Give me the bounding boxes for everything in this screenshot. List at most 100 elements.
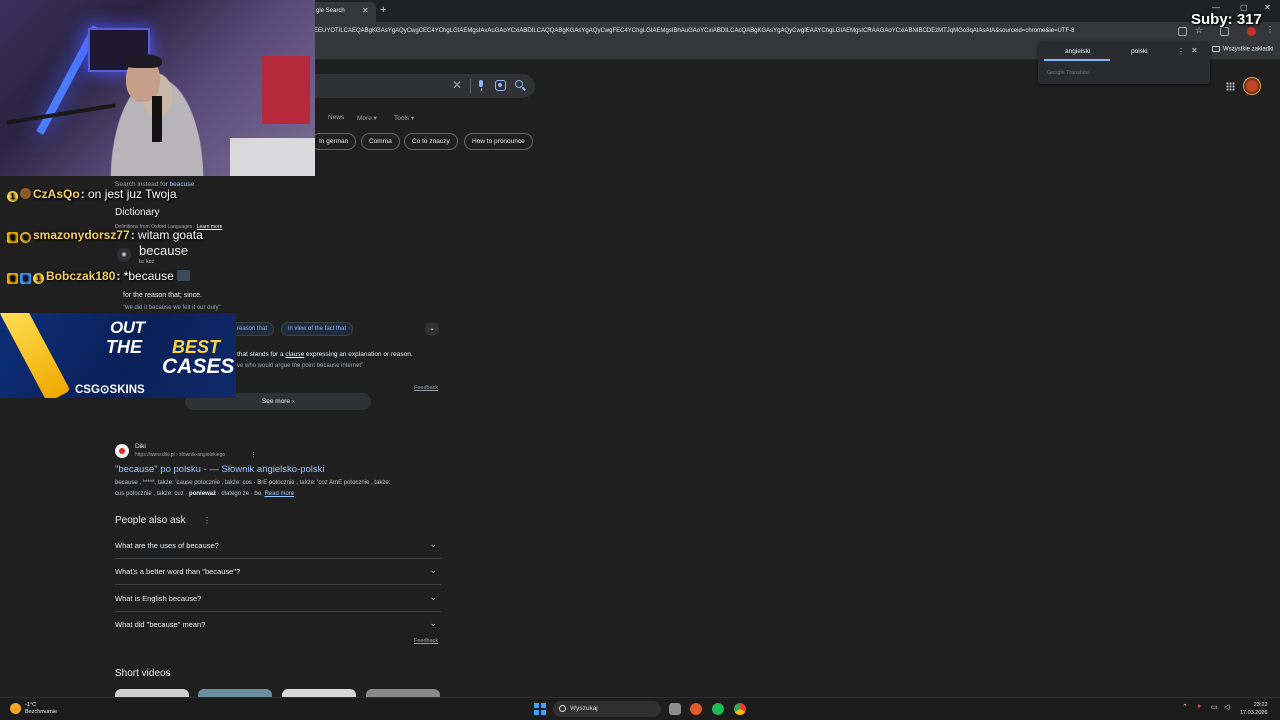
dictionary-phonetic: bɪˈkɒz	[139, 259, 155, 265]
google-apps-icon[interactable]	[1226, 82, 1235, 91]
usage-suffix: expressing an explanation or reason.	[304, 351, 413, 358]
spotify-icon[interactable]	[712, 703, 724, 715]
dictionary-example: "we did it because we felt it our duty"	[123, 305, 221, 311]
clock-date: 17.03.2026	[1240, 710, 1268, 716]
chat-user: smazonydorsz77	[33, 228, 130, 242]
chat-message: 1 CzAsQo: on jest juz Twoja	[7, 187, 177, 202]
result-snippet-line1: because , *****, także: 'cause potocznie…	[115, 480, 391, 486]
volume-icon[interactable]: ◁	[1224, 703, 1229, 711]
see-more-label: See more	[261, 398, 291, 405]
usage-example: ve who would argue the point because int…	[237, 363, 364, 369]
crown-icon: ♛	[7, 232, 18, 243]
paa-feedback-link[interactable]: Feedback	[414, 638, 438, 644]
result-url[interactable]: https://www.diki.pl › slownik-angielskie…	[135, 452, 225, 458]
paa-heading: People also ask	[115, 515, 186, 526]
mic-tray-icon[interactable]: ●	[1197, 703, 1201, 710]
result-title-link[interactable]: "because" po polsku - — Słownik angielsk…	[115, 464, 325, 475]
similar-chip-in-view[interactable]: in view of the fact that	[281, 322, 354, 336]
folder-icon	[1212, 46, 1220, 52]
taskbar-search[interactable]: Wyszukaj	[553, 701, 661, 717]
taskbar: -1°C Bezchmurnie Wyszukaj ⌃ ● ▭ ◁ 23:22 17…	[0, 697, 1280, 720]
usage-prefix: that stands for a	[237, 351, 286, 358]
weather-widget[interactable]: -1°C Bezchmurnie	[25, 702, 57, 716]
filter-news[interactable]: News	[328, 114, 344, 121]
csgoskins-ad: OUT THE BEST CASES CSG⊙SKINS	[0, 313, 236, 398]
dictionary-feedback-link[interactable]: Feedback	[414, 385, 438, 391]
google-account-avatar[interactable]	[1243, 77, 1261, 95]
translate-menu-icon[interactable]: ⋮	[1177, 47, 1185, 56]
close-window-icon[interactable]: ✕	[1264, 3, 1271, 12]
ad-brand-logo: CSG⊙SKINS	[75, 384, 145, 396]
tab-title: gle Search	[316, 8, 345, 14]
chip-in-german[interactable]: In german	[311, 133, 357, 150]
network-icon[interactable]: ▭	[1211, 703, 1218, 711]
badge-icon: 1	[33, 273, 44, 284]
similar-chip-reason-that[interactable]: reason that	[230, 322, 275, 336]
paa-question-3[interactable]: What is English because? ⌄	[115, 586, 441, 612]
chevron-down-icon: ⌄	[429, 565, 437, 575]
translate-tab-source[interactable]: angielski	[1065, 48, 1090, 55]
paa-question-text: What are the uses of because?	[115, 541, 219, 550]
filter-more[interactable]: More ▾	[357, 114, 377, 122]
chat-message: ♛ B 1 Bobczak180: *because	[7, 269, 192, 284]
translate-tab-target[interactable]: polski	[1131, 48, 1148, 55]
google-lens-icon[interactable]	[495, 80, 506, 91]
chat-text: *because	[120, 269, 174, 283]
usage-note: that stands for a clause expressing an e…	[237, 351, 413, 358]
paa-question-text: What's a better word than "because"?	[115, 567, 241, 576]
short-videos-heading: Short videos	[115, 668, 171, 679]
translate-close-icon[interactable]: ✕	[1191, 46, 1198, 55]
paa-question-text: What did "because" mean?	[115, 620, 206, 629]
task-view-icon[interactable]	[669, 703, 681, 715]
weather-icon[interactable]	[10, 703, 21, 714]
result-menu-icon[interactable]: ⋮	[250, 451, 257, 459]
filter-tools[interactable]: Tools ▾	[394, 114, 414, 122]
translate-icon[interactable]	[1178, 27, 1187, 36]
expand-similar-icon[interactable]: ⌄	[425, 322, 439, 336]
taskbar-clock[interactable]: 23:22 17.03.2026	[1240, 701, 1268, 717]
chip-comma[interactable]: Comma	[361, 133, 400, 150]
all-bookmarks-folder[interactable]: Wszystkie zakładki	[1212, 46, 1273, 53]
badge-icon: ☢	[20, 232, 31, 243]
clear-search-icon[interactable]: ✕	[452, 78, 462, 92]
chat-text: witam goata	[134, 228, 203, 242]
snippet-part-a: cus potocznie , także: cuz ·	[115, 491, 190, 497]
microphone	[152, 96, 162, 142]
chat-text: on jest juz Twoja	[84, 187, 177, 201]
translate-popup: angielski polski ⋮ ✕ Google Translate	[1038, 42, 1210, 84]
profile-avatar[interactable]	[1247, 27, 1256, 36]
chat-user: Bobczak180	[46, 269, 116, 283]
search-box[interactable]: ✕	[300, 74, 535, 98]
ad-line3: CASES	[162, 355, 235, 378]
obs-icon[interactable]	[690, 703, 702, 715]
webcam-overlay	[0, 0, 315, 176]
chip-co-to-znaczy[interactable]: Co to znaczy	[404, 133, 458, 150]
translate-brand: Google Translate	[1047, 70, 1089, 76]
paa-question-2[interactable]: What's a better word than "because"? ⌄	[115, 559, 441, 585]
chevron-down-icon: ⌄	[429, 618, 437, 628]
paa-menu-icon[interactable]: ⋮	[203, 516, 211, 525]
paa-question-4[interactable]: What did "because" mean? ⌄	[115, 612, 441, 638]
usage-clause-link[interactable]: clause	[285, 351, 304, 358]
chip-how-to-pronounce[interactable]: How to pronounce	[464, 133, 533, 150]
start-button[interactable]	[534, 703, 546, 715]
chrome-icon[interactable]	[734, 703, 746, 715]
menu-kebab-icon[interactable]: ⋮	[1266, 25, 1275, 34]
paa-question-1[interactable]: What are the uses of because? ⌄	[115, 533, 441, 559]
ad-line1: OUT	[110, 318, 145, 337]
snippet-bold: ponieważ	[189, 491, 217, 497]
chevron-down-icon: ⌄	[429, 592, 437, 602]
sidepanel-icon[interactable]	[1220, 27, 1229, 36]
badge-icon: 1	[7, 191, 18, 202]
voice-search-icon[interactable]	[476, 80, 487, 91]
new-tab-icon[interactable]: +	[380, 4, 386, 16]
tray-overflow-icon[interactable]: ⌃	[1182, 703, 1188, 711]
read-more-link[interactable]: Read more	[264, 491, 294, 497]
pronounce-audio-icon[interactable]: ◉	[117, 248, 131, 262]
search-icon[interactable]	[515, 80, 523, 88]
result-site-name[interactable]: Diki	[135, 443, 146, 450]
address-bar[interactable]: AEEUYOTILCAEQABgKGAsYgAQyCwgCEC4YChgLGIA…	[300, 25, 1180, 39]
subscriber-count: Suby: 317	[1191, 11, 1262, 28]
tab-close-icon[interactable]: ✕	[362, 6, 369, 15]
crown-icon: ♛	[7, 273, 18, 284]
